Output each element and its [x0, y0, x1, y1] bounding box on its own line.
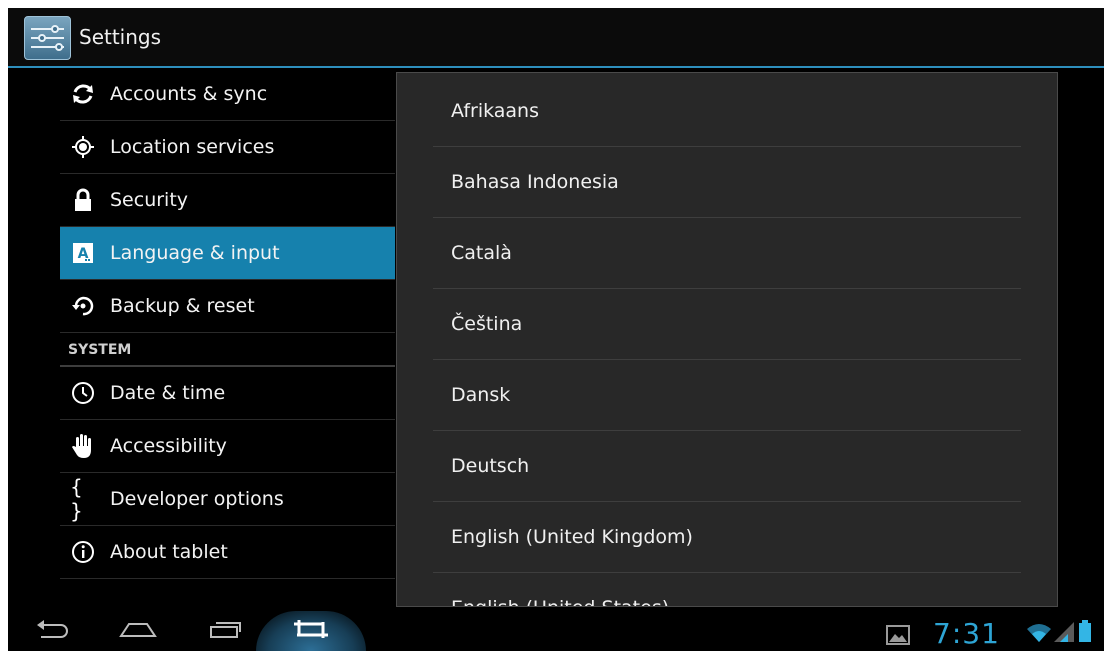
action-bar: Settings [8, 8, 1104, 68]
sidebar-item-location-services[interactable]: Location services [60, 121, 395, 174]
status-clock[interactable]: 7:31 [933, 617, 1000, 650]
language-option[interactable]: Català [433, 218, 1021, 289]
location-icon [70, 134, 96, 160]
sidebar-item-language-input[interactable]: A Language & input [60, 227, 395, 280]
language-option[interactable]: Afrikaans [433, 76, 1021, 147]
home-icon [119, 620, 157, 642]
sync-icon [70, 81, 96, 107]
sidebar-item-label: Date & time [110, 382, 226, 404]
sidebar-item-label: About tablet [110, 541, 228, 563]
sidebar-item-about-tablet[interactable]: About tablet [60, 526, 395, 579]
language-option[interactable]: English (United States) [433, 573, 1021, 606]
sidebar-item-label: Accounts & sync [110, 83, 268, 105]
info-icon [70, 539, 96, 565]
signal-icon [1054, 621, 1074, 647]
sidebar-item-label: Accessibility [110, 435, 227, 457]
language-option[interactable]: Deutsch [433, 431, 1021, 502]
home-button[interactable] [116, 611, 160, 651]
sidebar-item-label: Security [110, 189, 189, 211]
sidebar-item-label: Developer options [110, 488, 284, 510]
sidebar-item-developer-options[interactable]: { } Developer options [60, 473, 395, 526]
language-option[interactable]: English (United Kingdom) [433, 502, 1021, 573]
recent-apps-icon [209, 619, 243, 643]
battery-icon [1078, 619, 1092, 647]
gallery-notification-icon[interactable] [886, 625, 910, 649]
lock-icon [70, 187, 96, 213]
sidebar-item-date-time[interactable]: Date & time [60, 367, 395, 420]
language-option[interactable]: Dansk [433, 360, 1021, 431]
sidebar-item-label: Location services [110, 136, 275, 158]
backup-icon [70, 293, 96, 319]
clock-icon [70, 380, 96, 406]
language-picker-list[interactable]: Afrikaans Bahasa Indonesia Català Češtin… [396, 72, 1058, 607]
sidebar-item-security[interactable]: Security [60, 174, 395, 227]
sidebar-item-backup-reset[interactable]: Backup & reset [60, 280, 395, 333]
sidebar-item-label: Language & input [110, 242, 280, 264]
sidebar-item-accessibility[interactable]: Accessibility [60, 420, 395, 473]
braces-icon: { } [70, 475, 83, 523]
language-icon: A [70, 240, 96, 266]
language-option[interactable]: Čeština [433, 289, 1021, 360]
section-header-system: SYSTEM [60, 333, 395, 367]
app-title: Settings [79, 25, 162, 49]
screenshot-button[interactable] [288, 611, 334, 651]
language-option[interactable]: Bahasa Indonesia [433, 147, 1021, 218]
crop-icon [292, 618, 330, 644]
back-icon [35, 619, 69, 643]
sidebar-item-label: Backup & reset [110, 295, 255, 317]
hand-icon [70, 433, 96, 459]
tablet-screen: Settings Accounts & sync Location servic… [8, 8, 1104, 651]
recent-apps-button[interactable] [206, 611, 246, 651]
navigation-bar: 7:31 [8, 611, 1104, 651]
wifi-icon [1026, 621, 1052, 647]
settings-icon[interactable] [24, 16, 71, 60]
back-button[interactable] [30, 611, 74, 651]
sidebar-item-accounts-sync[interactable]: Accounts & sync [60, 68, 395, 121]
settings-sidebar: Accounts & sync Location services Securi… [60, 68, 395, 579]
